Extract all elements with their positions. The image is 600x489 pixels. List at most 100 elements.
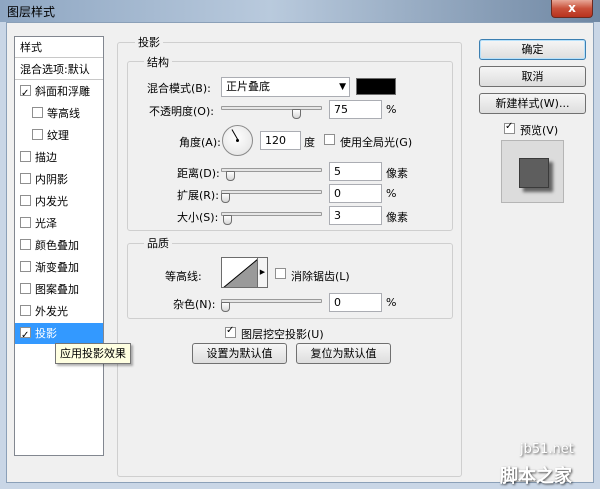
degree-unit: 度 — [304, 136, 315, 149]
angle-label: 角度(A): — [179, 136, 221, 149]
angle-center-dot — [236, 139, 239, 142]
ok-button[interactable]: 确定 — [479, 39, 586, 60]
angle-input[interactable] — [260, 131, 301, 150]
style-item-label: 纹理 — [47, 129, 69, 142]
structure-title: 结构 — [144, 54, 172, 70]
contour-dropdown-button[interactable]: ▶ — [258, 257, 268, 288]
quality-title: 品质 — [144, 235, 172, 251]
spread-slider[interactable] — [221, 190, 322, 194]
style-item-color-overlay[interactable]: 颜色叠加 — [15, 235, 103, 256]
contour-checkbox[interactable] — [32, 107, 43, 118]
inner-shadow-checkbox[interactable] — [20, 173, 31, 184]
satin-checkbox[interactable] — [20, 217, 31, 228]
style-item-inner-shadow[interactable]: 内阴影 — [15, 169, 103, 190]
style-item-satin[interactable]: 光泽 — [15, 213, 103, 234]
styles-header[interactable]: 样式 — [15, 37, 103, 58]
style-item-contour[interactable]: 等高线 — [15, 103, 103, 124]
title-bar[interactable]: 图层样式 x — [0, 0, 600, 22]
style-item-label: 图案叠加 — [35, 283, 79, 296]
preview-thumbnail — [519, 158, 549, 188]
texture-checkbox[interactable] — [32, 129, 43, 140]
contour-curve-icon — [223, 259, 257, 287]
distance-slider[interactable] — [221, 168, 322, 172]
noise-input[interactable] — [329, 293, 382, 312]
spread-input[interactable] — [329, 184, 382, 203]
window-title: 图层样式 — [7, 5, 56, 19]
watermark-site: jb51.net — [520, 442, 574, 457]
style-item-label: 描边 — [35, 151, 57, 164]
noise-slider-thumb[interactable] — [221, 302, 230, 312]
style-item-texture[interactable]: 纹理 — [15, 125, 103, 146]
style-item-gradient-overlay[interactable]: 渐变叠加 — [15, 257, 103, 278]
knockout-checkbox[interactable] — [225, 325, 236, 338]
noise-percent: % — [386, 296, 397, 309]
chevron-right-icon: ▶ — [259, 268, 266, 276]
opacity-slider-thumb[interactable] — [292, 109, 301, 119]
global-light-label: 使用全局光(G) — [340, 136, 413, 149]
style-item-stroke[interactable]: 描边 — [15, 147, 103, 168]
dialog-body: 样式 混合选项:默认 斜面和浮雕 等高线 纹理 描边 内阴影 内发光 光泽 — [6, 22, 594, 483]
outer-glow-checkbox[interactable] — [20, 305, 31, 316]
size-input[interactable] — [329, 206, 382, 225]
opacity-label: 不透明度(O): — [149, 105, 214, 118]
spread-label: 扩展(R): — [177, 189, 219, 202]
size-slider[interactable] — [221, 212, 322, 216]
angle-dial[interactable] — [222, 125, 253, 156]
opacity-slider[interactable] — [221, 106, 322, 110]
blend-mode-label: 混合模式(B): — [147, 82, 211, 95]
inner-glow-checkbox[interactable] — [20, 195, 31, 206]
chevron-down-icon: ▼ — [339, 82, 346, 92]
style-item-label: 内阴影 — [35, 173, 68, 186]
anti-alias-checkbox[interactable] — [275, 268, 286, 279]
preview-label: 预览(V) — [520, 124, 559, 137]
contour-picker[interactable] — [221, 257, 258, 288]
opacity-percent: % — [386, 103, 397, 116]
style-item-bevel-emboss[interactable]: 斜面和浮雕 — [15, 81, 103, 104]
style-item-label: 渐变叠加 — [35, 261, 79, 274]
distance-slider-thumb[interactable] — [226, 171, 235, 181]
style-item-label: 光泽 — [35, 217, 57, 230]
contour-label: 等高线: — [165, 270, 202, 283]
preview-checkbox[interactable] — [504, 121, 515, 134]
style-item-pattern-overlay[interactable]: 图案叠加 — [15, 279, 103, 300]
drop-shadow-title: 投影 — [135, 34, 163, 50]
close-button[interactable]: x — [551, 0, 593, 18]
style-item-label: 斜面和浮雕 — [35, 85, 90, 98]
size-label: 大小(S): — [177, 211, 219, 224]
style-item-inner-glow[interactable]: 内发光 — [15, 191, 103, 212]
knockout-label: 图层挖空投影(U) — [241, 328, 324, 341]
style-item-drop-shadow[interactable]: 投影 — [15, 323, 103, 346]
global-light-checkbox[interactable] — [324, 134, 335, 145]
style-item-label: 外发光 — [35, 305, 68, 318]
style-item-label: 颜色叠加 — [35, 239, 79, 252]
distance-pixel-unit: 像素 — [386, 167, 408, 180]
style-item-label: 内发光 — [35, 195, 68, 208]
reset-default-button[interactable]: 复位为默认值 — [296, 343, 391, 364]
style-item-outer-glow[interactable]: 外发光 — [15, 301, 103, 322]
blending-options-item[interactable]: 混合选项:默认 — [15, 59, 103, 80]
size-pixel-unit: 像素 — [386, 211, 408, 224]
noise-slider[interactable] — [221, 299, 322, 303]
spread-slider-thumb[interactable] — [221, 193, 230, 203]
shadow-color-swatch[interactable] — [356, 78, 396, 95]
anti-alias-label: 消除锯齿(L) — [291, 270, 350, 283]
bevel-emboss-checkbox[interactable] — [20, 83, 31, 104]
stroke-checkbox[interactable] — [20, 151, 31, 162]
watermark-brand: 脚本之家 — [500, 466, 572, 487]
style-item-label: 投影 — [35, 327, 57, 340]
cancel-button[interactable]: 取消 — [479, 66, 586, 87]
color-overlay-checkbox[interactable] — [20, 239, 31, 250]
gradient-overlay-checkbox[interactable] — [20, 261, 31, 272]
pattern-overlay-checkbox[interactable] — [20, 283, 31, 294]
opacity-input[interactable] — [329, 100, 382, 119]
distance-input[interactable] — [329, 162, 382, 181]
blend-mode-select[interactable]: 正片叠底 ▼ — [221, 77, 350, 97]
noise-label: 杂色(N): — [173, 298, 216, 311]
distance-label: 距离(D): — [177, 167, 220, 180]
new-style-button[interactable]: 新建样式(W)... — [479, 93, 586, 114]
style-item-label: 等高线 — [47, 107, 80, 120]
drop-shadow-checkbox[interactable] — [20, 325, 31, 346]
spread-percent: % — [386, 187, 397, 200]
make-default-button[interactable]: 设置为默认值 — [192, 343, 287, 364]
size-slider-thumb[interactable] — [223, 215, 232, 225]
